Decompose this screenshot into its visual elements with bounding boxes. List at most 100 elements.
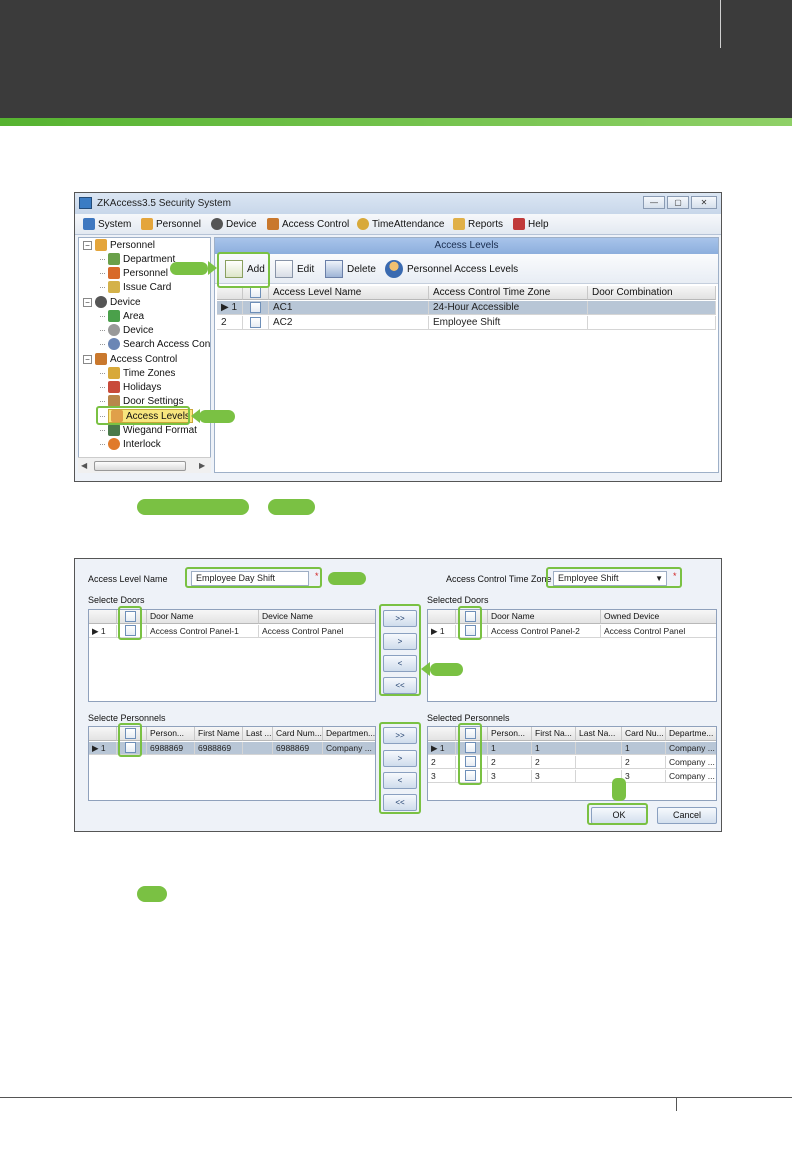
table-cell[interactable]: 1 [532,742,576,755]
tree-node-interlock[interactable]: ··· Interlock [99,437,161,451]
cancel-button[interactable]: Cancel [657,807,717,824]
row-number[interactable]: 2 [217,316,243,330]
scroll-left-icon[interactable]: ◀ [81,461,87,470]
table-cell[interactable]: 2 [622,756,666,769]
tree-node-device-child[interactable]: ··· Device [99,323,154,337]
table-cell[interactable]: Company ... [666,756,716,769]
table-cell[interactable]: 24-Hour Accessible [429,301,588,315]
table-cell[interactable]: 3 [532,770,576,783]
expander-icon[interactable]: − [83,297,92,307]
scroll-right-icon[interactable]: ▶ [199,461,205,470]
col-access-level-name[interactable]: Access Level Name [269,286,429,300]
col-last-name[interactable]: Last Na... [576,727,622,741]
tree-node-device[interactable]: − Device [83,295,141,309]
maximize-button[interactable]: ▢ [667,196,689,209]
table-cell[interactable]: Access Control Panel [601,625,716,638]
row-number[interactable]: 3 [428,770,456,783]
table-cell[interactable]: Access Control Panel-1 [147,625,259,638]
card-icon [108,281,120,293]
col-door-name[interactable]: Door Name [488,610,601,624]
table-cell[interactable] [588,316,716,330]
tree-node-personnel[interactable]: − Personnel [83,238,155,252]
col-first-name[interactable]: First Na... [532,727,576,741]
col-last-name[interactable]: Last ... [243,727,273,741]
row-header [428,727,456,741]
table-cell[interactable]: Employee Shift [429,316,588,330]
col-owned-device[interactable]: Owned Device [601,610,716,624]
col-card-number[interactable]: Card Num... [273,727,323,741]
table-cell[interactable]: Company ... [323,742,375,755]
table-cell[interactable]: 6988869 [273,742,323,755]
col-door-combination[interactable]: Door Combination [588,286,716,300]
row-number[interactable]: ▶ 1 [428,742,456,755]
col-card-number[interactable]: Card Nu... [622,727,666,741]
table-cell[interactable]: Access Control Panel [259,625,375,638]
col-first-name[interactable]: First Name [195,727,243,741]
table-cell[interactable]: 3 [622,770,666,783]
col-department[interactable]: Departme... [666,727,716,741]
select-all-header[interactable] [243,286,269,300]
col-department[interactable]: Departmen... [323,727,375,741]
row-checkbox-cell[interactable] [243,301,269,315]
personnel-access-levels-button[interactable]: Personnel Access Levels [385,260,518,278]
edit-button[interactable]: Edit [275,260,314,278]
table-cell[interactable]: 1 [488,742,532,755]
tree-node-wiegand-format[interactable]: ··· Wiegand Format [99,423,197,437]
table-cell[interactable]: AC2 [269,316,429,330]
select-all-checkbox[interactable] [250,287,261,298]
row-marker-icon: ▶ [431,743,438,753]
tree-node-area[interactable]: ··· Area [99,309,144,323]
table-cell[interactable]: 2 [488,756,532,769]
expander-icon[interactable]: − [83,354,92,364]
tree-node-department[interactable]: ··· Department [99,252,175,266]
row-checkbox[interactable] [250,302,261,313]
table-cell[interactable]: Access Control Panel-2 [488,625,601,638]
row-number[interactable]: 2 [428,756,456,769]
row-number[interactable]: ▶ 1 [428,625,456,638]
table-cell[interactable]: 6988869 [147,742,195,755]
col-device-name[interactable]: Device Name [259,610,375,624]
table-cell[interactable]: 6988869 [195,742,243,755]
row-checkbox-cell[interactable] [243,316,269,330]
table-cell[interactable] [576,742,622,755]
tree-node-issue-card[interactable]: ··· Issue Card [99,280,171,294]
table-cell[interactable]: 1 [622,742,666,755]
menu-access-control[interactable]: Access Control [267,218,349,230]
row-checkbox[interactable] [250,317,261,328]
menu-system[interactable]: System [83,218,131,230]
table-cell[interactable]: 3 [488,770,532,783]
col-personnel-no[interactable]: Person... [147,727,195,741]
selected-personnel-label: Selected Personnels [427,713,510,723]
menu-personnel[interactable]: Personnel [141,218,201,230]
table-cell[interactable] [588,301,716,315]
tree-node-holidays[interactable]: ··· Holidays [99,380,161,394]
menu-device[interactable]: Device [211,218,257,230]
col-door-name[interactable]: Door Name [147,610,259,624]
row-number[interactable]: ▶ 1 [217,301,243,315]
gear-icon [108,324,120,336]
expander-icon[interactable]: − [83,240,92,250]
table-cell[interactable]: Company ... [666,770,716,783]
col-personnel-no[interactable]: Person... [488,727,532,741]
row-number[interactable]: ▶ 1 [89,625,117,638]
col-time-zone[interactable]: Access Control Time Zone [429,286,588,300]
minimize-button[interactable]: — [643,196,665,209]
menu-help[interactable]: Help [513,218,549,230]
monitor-icon [83,218,95,230]
table-cell[interactable] [576,756,622,769]
close-button[interactable]: ✕ [691,196,717,209]
table-cell[interactable]: Company ... [666,742,716,755]
table-cell[interactable] [243,742,273,755]
tree-horizontal-scrollbar[interactable]: ◀ ▶ [78,457,211,473]
tree-node-search-access[interactable]: ··· Search Access Cont [99,337,210,351]
tree-node-time-zones[interactable]: ··· Time Zones [99,366,175,380]
menu-reports[interactable]: Reports [453,218,503,230]
table-cell[interactable]: 2 [532,756,576,769]
delete-button[interactable]: Delete [325,260,376,278]
menu-time-attendance[interactable]: TimeAttendance [357,218,444,230]
tree-node-access-control[interactable]: − Access Control [83,352,177,366]
tree-node-personnel-child[interactable]: ··· Personnel [99,266,168,280]
row-number[interactable]: ▶ 1 [89,742,117,755]
table-cell[interactable]: AC1 [269,301,429,315]
scrollbar-thumb[interactable] [94,461,186,471]
